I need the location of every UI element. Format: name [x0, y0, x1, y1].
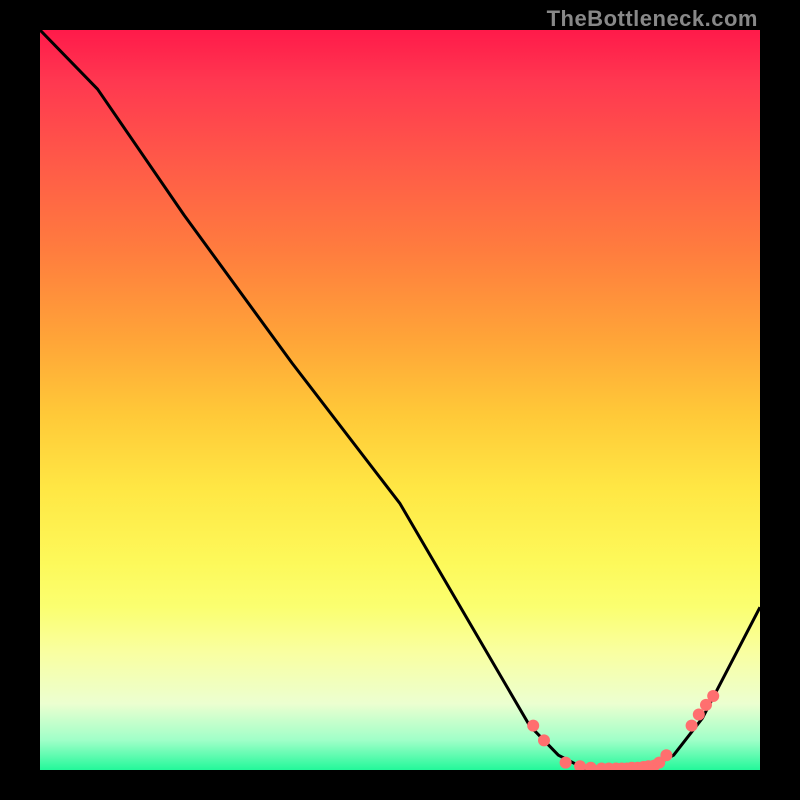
chart-container: TheBottleneck.com: [0, 0, 800, 800]
marker-point: [707, 690, 719, 702]
bottleneck-curve: [40, 30, 760, 770]
marker-point: [560, 757, 572, 769]
highlighted-points: [527, 690, 719, 770]
marker-point: [585, 762, 597, 770]
chart-svg: [40, 30, 760, 770]
marker-point: [527, 720, 539, 732]
curve-line: [40, 30, 760, 770]
plot-area: [40, 30, 760, 770]
marker-point: [660, 749, 672, 761]
marker-point: [574, 760, 586, 770]
marker-point: [538, 734, 550, 746]
marker-point: [693, 709, 705, 721]
branding-text: TheBottleneck.com: [547, 6, 758, 32]
marker-point: [686, 720, 698, 732]
